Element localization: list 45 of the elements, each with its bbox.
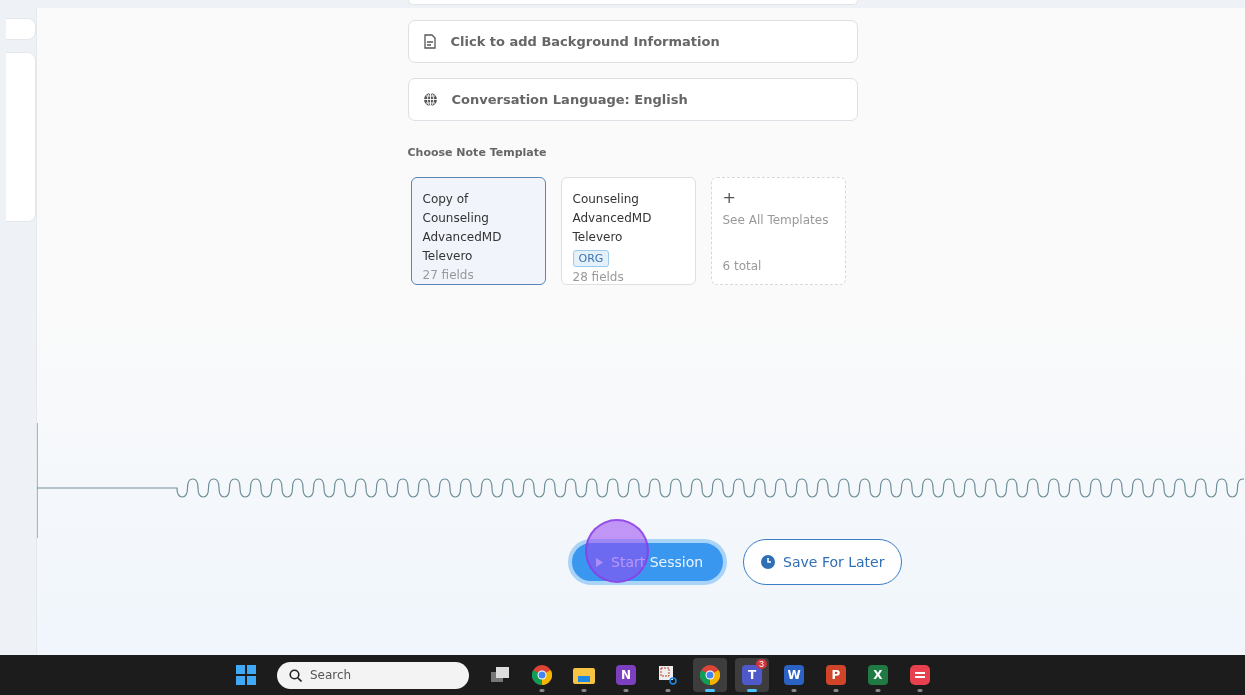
template-name: Copy of: [422, 191, 469, 208]
taskbar-app-button[interactable]: P: [819, 658, 853, 692]
taskbar-app-button[interactable]: W: [777, 658, 811, 692]
template-name: Counseling: [422, 210, 489, 227]
template-name: Televero: [422, 248, 473, 265]
app-icon: [910, 665, 930, 685]
search-icon: [289, 668, 302, 682]
clock-icon: [761, 555, 776, 569]
template-name: AdvancedMD: [422, 229, 502, 246]
app-icon: N: [616, 665, 636, 685]
template-card[interactable]: Copy of Counseling AdvancedMD Televero 27 fields: [410, 177, 546, 285]
browser-icon: [700, 665, 720, 685]
app-icon: X: [868, 665, 888, 685]
snipping-icon: [658, 665, 678, 685]
card-title: See All Templates: [722, 212, 829, 229]
save-for-later-button[interactable]: Save For Later: [743, 539, 903, 585]
app-icon: P: [826, 665, 846, 685]
input-field[interactable]: [407, 0, 858, 5]
app-icon: W: [784, 665, 804, 685]
play-icon: [596, 557, 603, 567]
see-all-templates-card[interactable]: + See All Templates 6 total: [710, 177, 846, 285]
plus-icon: +: [722, 190, 736, 206]
template-name: Counseling: [572, 191, 639, 208]
template-total: 6 total: [722, 258, 762, 275]
notification-count: 3: [756, 659, 767, 669]
input-field[interactable]: Click to add Background Information: [407, 20, 858, 63]
input-field[interactable]: Conversation Language: English: [407, 78, 858, 121]
field-count: 28 fields: [572, 269, 624, 284]
windows-icon: [236, 665, 256, 685]
taskbar-app-button[interactable]: N: [609, 658, 643, 692]
windows-stack-icon: [490, 666, 510, 684]
taskbar-app-button[interactable]: T 3: [735, 658, 769, 692]
taskbar-app-button[interactable]: X: [861, 658, 895, 692]
template-card[interactable]: Counseling AdvancedMD Televero ORG 28 fields: [560, 177, 696, 285]
folder-icon: [573, 666, 595, 684]
template-name: AdvancedMD: [572, 210, 652, 227]
document-icon: [422, 34, 437, 49]
taskbar-search-field[interactable]: Search: [277, 661, 469, 689]
field-count: 27 fields: [422, 267, 474, 284]
section-label: Choose Note Template: [407, 146, 548, 159]
browser-icon: [532, 665, 552, 685]
taskbar-app-button[interactable]: [693, 658, 727, 692]
template-name: Televero: [572, 229, 623, 246]
org-tag: ORG: [572, 250, 610, 267]
globe-icon: [422, 92, 438, 107]
